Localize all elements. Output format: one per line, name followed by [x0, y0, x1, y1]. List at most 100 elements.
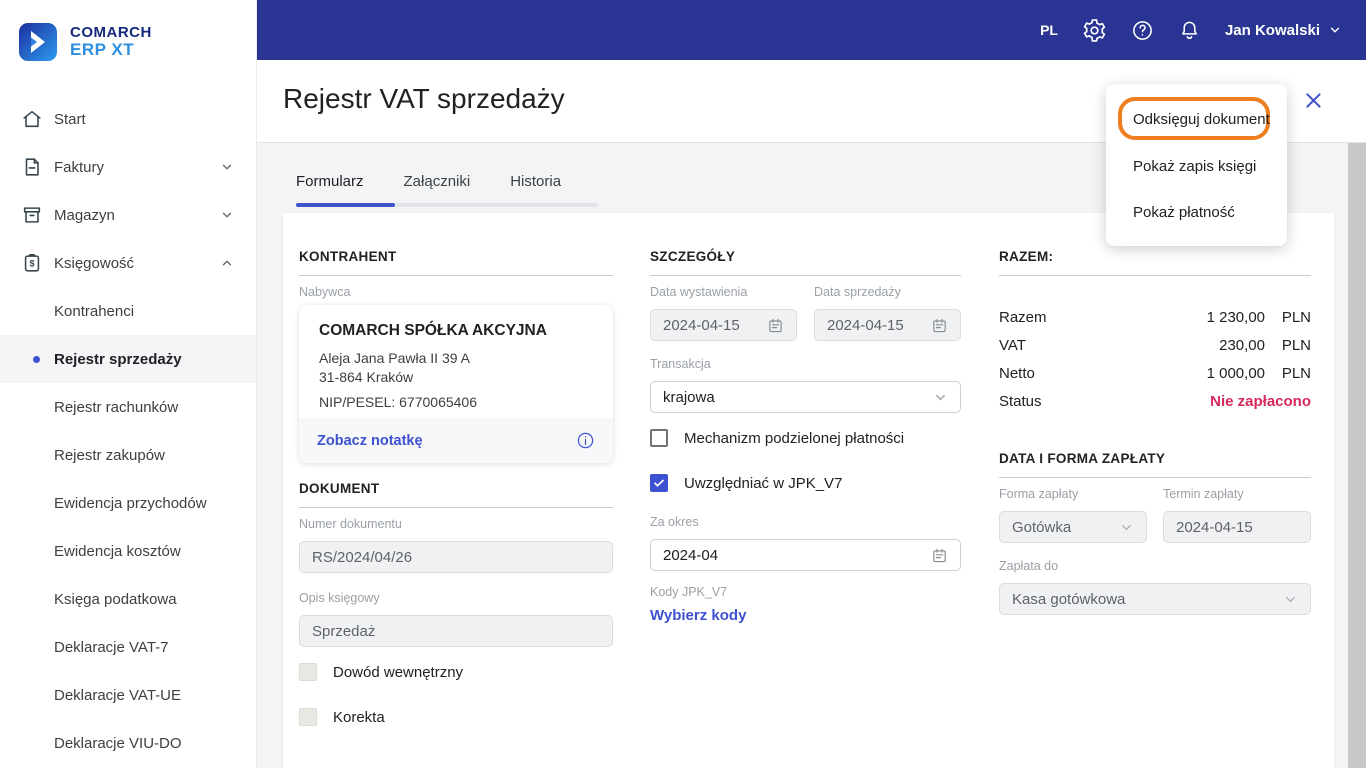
choose-codes-link[interactable]: Wybierz kody	[650, 607, 746, 624]
sidebar-item-label: Magazyn	[54, 206, 115, 224]
split-payment-checkbox[interactable]	[650, 429, 668, 447]
vertical-scrollbar[interactable]	[1348, 143, 1366, 768]
buyer-address-line1: Aleja Jana Pawła II 39 A	[319, 350, 470, 366]
close-icon[interactable]	[1303, 90, 1324, 111]
sidebar-item-label: Rejestr zakupów	[54, 446, 165, 464]
sale-date-value: 2024-04-15	[827, 316, 904, 334]
help-icon[interactable]	[1131, 19, 1154, 42]
brand-name: COMARCH	[70, 24, 152, 42]
correction-checkbox-row[interactable]: Korekta	[299, 708, 385, 726]
sidebar-item-deklaracje-vatue[interactable]: Deklaracje VAT-UE	[0, 671, 256, 719]
buyer-card[interactable]: COMARCH SPÓŁKA AKCYJNA Aleja Jana Pawła …	[299, 305, 613, 463]
period-label: Za okres	[650, 515, 699, 529]
home-icon	[20, 107, 44, 131]
language-button[interactable]: PL	[1040, 22, 1058, 38]
sidebar-item-ksiegowosc[interactable]: $ Księgowość	[0, 239, 256, 287]
settings-icon[interactable]	[1082, 18, 1107, 43]
column-kontrahent: KONTRAHENT Nabywca COMARCH SPÓŁKA AKCYJN…	[299, 213, 613, 768]
netto-value: 1 000,00	[1206, 365, 1265, 382]
netto-row: Netto 1 000,00 PLN	[999, 365, 1311, 382]
payment-form-select[interactable]: Gotówka	[999, 511, 1147, 543]
buyer-address-line2: 31-864 Kraków	[319, 369, 414, 385]
tab-formularz[interactable]: Formularz	[296, 173, 364, 190]
internal-doc-checkbox[interactable]	[299, 663, 317, 681]
sidebar-item-kontrahenci[interactable]: Kontrahenci	[0, 287, 256, 335]
sale-date-input[interactable]: 2024-04-15	[814, 309, 961, 341]
buyer-card-footer: Zobacz notatkę	[299, 418, 613, 463]
buyer-nip: NIP/PESEL: 6770065406	[319, 394, 478, 410]
sidebar-item-deklaracje-viudo[interactable]: Deklaracje VIU-DO	[0, 719, 256, 767]
notifications-icon[interactable]	[1178, 19, 1201, 42]
sidebar-item-start[interactable]: Start	[0, 95, 256, 143]
sidebar-item-deklaracje-vat7[interactable]: Deklaracje VAT-7	[0, 623, 256, 671]
jpk-label: Uwzględniać w JPK_V7	[684, 474, 843, 492]
transaction-select[interactable]: krajowa	[650, 381, 961, 413]
jpk-codes-label: Kody JPK_V7	[650, 585, 728, 599]
comarch-logo-icon	[18, 22, 58, 62]
scrollbar-thumb[interactable]	[1348, 143, 1366, 768]
sidebar-item-label: Faktury	[54, 158, 105, 176]
user-name: Jan Kowalski	[1224, 21, 1320, 39]
vat-label: VAT	[999, 337, 1026, 354]
checkmark-icon	[654, 479, 664, 487]
vat-currency: PLN	[1281, 337, 1311, 354]
sidebar-item-rejestr-zakupow[interactable]: Rejestr zakupów	[0, 431, 256, 479]
pay-to-value: Kasa gotówkowa	[1012, 590, 1126, 608]
pay-to-select[interactable]: Kasa gotówkowa	[999, 583, 1311, 615]
chevron-up-icon	[220, 256, 234, 270]
sidebar-item-label: Deklaracje VIU-DO	[54, 734, 182, 752]
buyer-name: COMARCH SPÓŁKA AKCYJNA	[319, 322, 547, 339]
jpk-checkbox[interactable]	[650, 474, 668, 492]
sidebar-item-magazyn[interactable]: Magazyn	[0, 191, 256, 239]
form-card: KONTRAHENT Nabywca COMARCH SPÓŁKA AKCYJN…	[283, 213, 1334, 768]
period-input[interactable]: 2024-04	[650, 539, 961, 571]
sidebar-item-label: Ewidencja przychodów	[54, 494, 207, 512]
menu-item-odksieguj-dokument[interactable]: Odksięguj dokument	[1133, 111, 1270, 128]
chevron-down-icon	[220, 160, 234, 174]
split-payment-checkbox-row[interactable]: Mechanizm podzielonej płatności	[650, 429, 904, 447]
sidebar-item-ksiega-podatkowa[interactable]: Księga podatkowa	[0, 575, 256, 623]
sidebar-item-rejestr-sprzedazy[interactable]: Rejestr sprzedaży	[0, 335, 256, 383]
sidebar-item-ewidencja-przychodow[interactable]: Ewidencja przychodów	[0, 479, 256, 527]
sidebar-item-faktury[interactable]: Faktury	[0, 143, 256, 191]
buyer-label: Nabywca	[299, 285, 351, 299]
info-icon[interactable]	[576, 431, 595, 450]
payment-form-value: Gotówka	[1012, 518, 1072, 536]
issue-date-input[interactable]: 2024-04-15	[650, 309, 797, 341]
sidebar-item-ewidencja-kosztow[interactable]: Ewidencja kosztów	[0, 527, 256, 575]
payment-due-input[interactable]: 2024-04-15	[1163, 511, 1311, 543]
split-payment-label: Mechanizm podzielonej płatności	[684, 429, 905, 447]
sidebar-item-rejestr-rachunkow[interactable]: Rejestr rachunków	[0, 383, 256, 431]
chevron-down-icon	[1283, 592, 1298, 607]
tab-historia[interactable]: Historia	[510, 173, 561, 190]
ledger-desc-input[interactable]: Sprzedaż	[299, 615, 613, 647]
total-row: Razem 1 230,00 PLN	[999, 309, 1311, 326]
sidebar-item-label: Księga podatkowa	[54, 590, 177, 608]
issue-date-value: 2024-04-15	[663, 316, 740, 334]
netto-label: Netto	[999, 365, 1035, 382]
correction-checkbox[interactable]	[299, 708, 317, 726]
document-number-label: Numer dokumentu	[299, 517, 402, 531]
svg-text:$: $	[29, 259, 34, 269]
document-number-input[interactable]: RS/2024/04/26	[299, 541, 613, 573]
context-menu: Odksięguj dokument Pokaż zapis księgi Po…	[1106, 84, 1287, 246]
sidebar-item-label: Deklaracje VAT-7	[54, 638, 169, 656]
tab-zalaczniki[interactable]: Załączniki	[404, 173, 471, 190]
brand-logo[interactable]: COMARCH ERP XT	[18, 22, 152, 62]
section-kontrahent: KONTRAHENT	[299, 249, 613, 276]
calendar-icon[interactable]	[931, 547, 948, 564]
tab-bar: Formularz Załączniki Historia	[296, 173, 561, 190]
see-note-link[interactable]: Zobacz notatkę	[317, 433, 423, 449]
menu-item-pokaz-platnosc[interactable]: Pokaż płatność	[1133, 204, 1235, 221]
jpk-checkbox-row[interactable]: Uwzględniać w JPK_V7	[650, 474, 842, 492]
transaction-label: Transakcja	[650, 357, 711, 371]
internal-doc-label: Dowód wewnętrzny	[333, 663, 464, 681]
payment-due-value: 2024-04-15	[1176, 518, 1253, 536]
menu-item-pokaz-zapis-ksiegi[interactable]: Pokaż zapis księgi	[1133, 158, 1256, 175]
calendar-icon[interactable]	[767, 317, 784, 334]
calendar-icon[interactable]	[931, 317, 948, 334]
user-menu[interactable]: Jan Kowalski	[1225, 22, 1342, 39]
section-dokument: DOKUMENT	[299, 481, 613, 508]
column-szczegoly: SZCZEGÓŁY Data wystawienia Data sprzedaż…	[650, 213, 961, 768]
internal-doc-checkbox-row[interactable]: Dowód wewnętrzny	[299, 663, 463, 681]
